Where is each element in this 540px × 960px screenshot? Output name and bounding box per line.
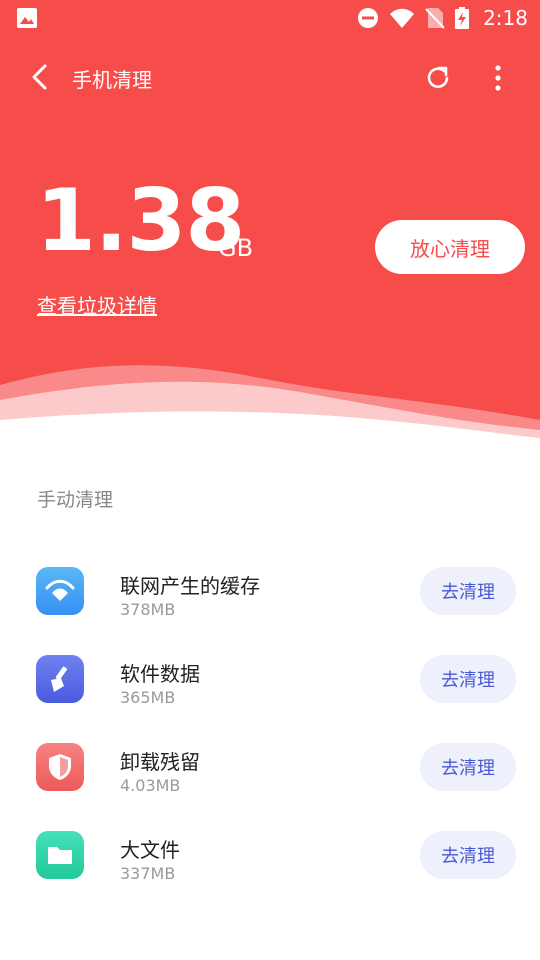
clock: 2:18	[483, 6, 528, 30]
clean-app-data-button[interactable]: 去清理	[420, 655, 516, 703]
view-junk-details-link[interactable]: 查看垃圾详情	[37, 290, 157, 319]
wave-decoration	[0, 365, 540, 450]
back-icon[interactable]	[26, 62, 56, 92]
item-size: 365MB	[120, 688, 176, 707]
shield-icon	[36, 743, 84, 791]
clean-residue-button[interactable]: 去清理	[420, 743, 516, 791]
item-name: 联网产生的缓存	[120, 574, 260, 598]
status-bar: 2:18	[0, 0, 540, 36]
no-sim-icon	[425, 8, 445, 29]
item-size: 378MB	[120, 600, 176, 619]
list-item: 软件数据 365MB 去清理	[0, 636, 540, 724]
broom-icon	[36, 655, 84, 703]
manual-clean-list: 联网产生的缓存 378MB 去清理 软件数据 365MB 去清理 卸载残留 4.…	[0, 548, 540, 900]
clean-now-button[interactable]: 放心清理	[375, 220, 525, 274]
header-hero: 2:18 手机清理 1.38 GB 查看垃圾详情 放心清理	[0, 0, 540, 450]
gallery-icon	[17, 8, 37, 28]
page-title: 手机清理	[72, 68, 152, 92]
item-name: 大文件	[120, 838, 180, 862]
more-icon[interactable]	[484, 62, 512, 94]
list-item: 大文件 337MB 去清理	[0, 812, 540, 900]
junk-size-unit: GB	[218, 234, 254, 262]
toolbar: 手机清理	[0, 52, 540, 104]
item-name: 卸载残留	[120, 750, 200, 774]
folder-icon	[36, 831, 84, 879]
wifi-icon	[390, 8, 415, 28]
battery-charging-icon	[455, 7, 470, 29]
section-title: 手动清理	[37, 489, 114, 511]
clean-cache-button[interactable]: 去清理	[420, 567, 516, 615]
refresh-icon[interactable]	[422, 62, 454, 94]
item-size: 4.03MB	[120, 776, 181, 795]
clean-large-files-button[interactable]: 去清理	[420, 831, 516, 879]
item-name: 软件数据	[120, 662, 200, 686]
dnd-icon	[358, 8, 379, 28]
junk-size-value: 1.38	[36, 171, 245, 271]
item-size: 337MB	[120, 864, 176, 883]
list-item: 卸载残留 4.03MB 去清理	[0, 724, 540, 812]
list-item: 联网产生的缓存 378MB 去清理	[0, 548, 540, 636]
wifi-icon	[36, 567, 84, 615]
